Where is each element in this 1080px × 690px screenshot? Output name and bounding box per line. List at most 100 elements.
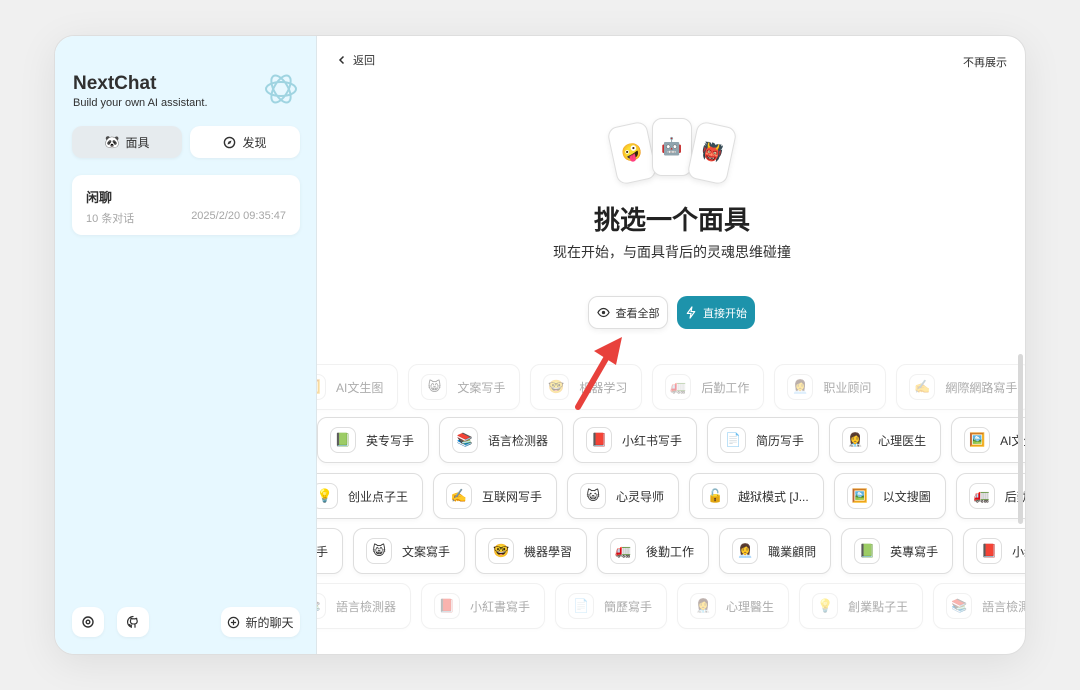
mask-emoji-icon: 📚	[452, 427, 479, 453]
mask-item-label: 小红书写手	[622, 433, 683, 448]
chat-list-item[interactable]: 闲聊 10 条对话 2025/2/20 09:35:47	[72, 175, 300, 235]
page-subtitle: 现在开始，与面具背后的灵魂思维碰撞	[553, 244, 791, 260]
mask-item-label: 语言检测器	[488, 433, 549, 448]
back-label: 返回	[353, 55, 375, 67]
mask-item[interactable]: 🚛 後勤工作	[597, 528, 710, 574]
mask-emoji-icon: 💡	[812, 593, 839, 619]
mask-item-label: 網際網路寫手	[945, 380, 1018, 395]
mask-item-label: 創業點子王	[848, 599, 909, 614]
github-icon	[127, 615, 138, 629]
mask-emoji-icon: 🤓	[488, 538, 515, 564]
chat-timestamp: 2025/2/20 09:35:47	[191, 210, 286, 222]
mask-item[interactable]: 👩‍⚕️ 心理醫生	[677, 583, 790, 629]
start-chat-button[interactable]: 直接开始	[677, 296, 755, 329]
mask-emoji-icon: 📚	[317, 593, 326, 619]
mask-emoji-icon: 📕	[976, 538, 1003, 564]
mask-emoji-icon: 🔓	[702, 483, 729, 509]
app-subtitle: Build your own AI assistant.	[73, 97, 208, 109]
mask-item[interactable]: 👩‍💼 職業顧問	[719, 528, 832, 574]
mask-item-label: 后勤工作	[701, 380, 750, 395]
mask-item[interactable]: 📄 简历写手	[707, 417, 820, 463]
mask-item[interactable]: ✍️網際網路寫手	[896, 364, 1025, 410]
mask-item-label: 簡歷寫手	[604, 599, 653, 614]
mask-emoji-icon: 📗	[330, 427, 356, 453]
mask-item[interactable]: 💡 创业点子王	[317, 473, 424, 519]
mask-emoji-icon: 😺	[580, 483, 607, 509]
mask-card: 👹	[686, 120, 738, 186]
new-chat-button[interactable]: 新的聊天	[221, 607, 300, 637]
view-all-label: 查看全部	[615, 307, 660, 320]
mask-emoji-icon: 👩‍⚕️	[690, 593, 717, 619]
ogre-emoji-icon: 👹	[699, 141, 725, 165]
mask-item[interactable]: 🔓 越狱模式 [J...	[689, 473, 824, 519]
mask-row: ✍️網際網路寫手 😸 文案寫手 🤓 機器學習 🚛 後勤工作 👩‍💼 職業顧問 📗 英專寫手 📕 小红書寫…	[317, 528, 1025, 574]
chatgpt-logo-icon	[265, 74, 297, 104]
mask-item[interactable]: 😺 心灵导师	[567, 473, 680, 519]
tab-discover[interactable]: 发现	[190, 126, 300, 158]
mask-item-label: AI文生图	[336, 380, 384, 395]
mask-emoji-icon: 📚	[946, 593, 973, 619]
mask-item[interactable]: ✍️ 互联网写手	[433, 473, 558, 519]
mask-item[interactable]: 📕 小红书写手	[573, 417, 698, 463]
mask-item-label: 职业顾问	[823, 380, 872, 395]
mask-item[interactable]: 🤓 機器學習	[475, 528, 588, 574]
mask-emoji-icon: 📕	[586, 427, 613, 453]
annotation-arrow-icon	[575, 337, 622, 410]
mask-item-label: 心理医生	[878, 433, 927, 448]
mask-item-label: 简历写手	[756, 433, 805, 448]
mask-emoji-icon: 👩‍💼	[732, 538, 759, 564]
mask-item[interactable]: ✍️網際網路寫手	[317, 528, 344, 574]
mask-item[interactable]: 📚 語言檢測器	[317, 583, 412, 629]
chat-title: 闲聊	[86, 190, 113, 205]
github-button[interactable]	[117, 607, 149, 637]
mask-item[interactable]: 📄 簡歷寫手	[555, 583, 668, 629]
mask-item-label: 小红書寫手	[1012, 544, 1025, 559]
mask-item[interactable]: 📗 英專寫手	[841, 528, 954, 574]
mask-emoji-icon: 👩‍⚕️	[842, 427, 869, 453]
mask-item-label: 網際網路寫手	[317, 544, 329, 559]
mask-emoji-icon: 💡	[317, 483, 338, 509]
mask-item[interactable]: 🚛后勤工作	[955, 473, 1025, 519]
robot-emoji-icon: 🤖	[661, 137, 683, 156]
mask-item[interactable]: 📕 小红書寫手	[963, 528, 1025, 574]
mask-item[interactable]: 🖼️ 以文搜圖	[833, 473, 946, 519]
mask-item[interactable]: 📚 语言检测器	[439, 417, 564, 463]
plus-circle-icon	[228, 616, 240, 628]
mask-item-label: 小紅書寫手	[470, 599, 531, 614]
settings-button[interactable]	[72, 607, 104, 637]
mask-emoji-icon: 😸	[421, 374, 448, 400]
dont-show-again-button[interactable]: 不再展示	[963, 54, 1007, 70]
mask-item[interactable]: 🖼️AI文生图	[951, 417, 1025, 463]
mask-item-label: 心理醫生	[726, 599, 775, 614]
mask-row: 📗 英专写手 📚 语言检测器 📕 小红书写手 📄 简历写手 👩‍⚕️ 心理医生 🖼️AI文生图	[317, 417, 1025, 463]
mask-emoji-icon: 🖼️	[964, 427, 991, 453]
mask-item[interactable]: 📗 英专写手	[317, 417, 430, 463]
mask-item[interactable]: 🚛后勤工作	[652, 364, 765, 410]
mask-cards: 🤪 🤖 👹	[606, 118, 738, 188]
mask-icon: 🐼	[104, 135, 120, 149]
mask-item[interactable]: 💡 創業點子王	[799, 583, 924, 629]
mask-item[interactable]: 😸 文案寫手	[353, 528, 466, 574]
mask-item-label: 创业点子王	[348, 489, 409, 504]
tab-masks[interactable]: 🐼 面具	[72, 126, 182, 158]
mask-row: 📚 語言檢測器 📕 小紅書寫手 📄 簡歷寫手 👩‍⚕️ 心理醫生 💡 創業點子王 📚 語言檢測器	[317, 583, 1025, 629]
mask-emoji-icon: 📗	[854, 538, 881, 564]
mask-item[interactable]: 📕 小紅書寫手	[421, 583, 546, 629]
mask-picker: 返回 不再展示 🤪 🤖 👹 挑选一个面具 现在开始，与面具背后的灵魂思维碰撞 查…	[317, 36, 1025, 654]
scrollbar[interactable]	[1018, 354, 1023, 524]
lightning-icon	[686, 306, 696, 319]
tab-masks-label: 面具	[125, 135, 150, 150]
back-button[interactable]: 返回	[337, 52, 375, 68]
mask-grid: 🖼️AI文生图😸文案写手🤓机器学习🚛后勤工作👩‍💼职业顾问✍️網際網路寫手📗英专…	[317, 354, 1025, 654]
mask-item[interactable]: 👩‍⚕️ 心理医生	[829, 417, 942, 463]
view-all-button[interactable]: 查看全部	[588, 296, 668, 329]
emoji-icon: 🤪	[619, 141, 645, 165]
mask-item-label: 文案寫手	[402, 544, 451, 559]
mask-item[interactable]: 🖼️AI文生图	[317, 364, 399, 410]
mask-emoji-icon: 🚛	[968, 483, 995, 509]
mask-emoji-icon: 👩‍💼	[787, 374, 814, 400]
mask-item[interactable]: 👩‍💼 职业顾问	[774, 364, 887, 410]
mask-emoji-icon: ✍️	[446, 483, 473, 509]
mask-item[interactable]: 😸 文案写手	[408, 364, 521, 410]
mask-item[interactable]: 📚 語言檢測器	[933, 583, 1025, 629]
